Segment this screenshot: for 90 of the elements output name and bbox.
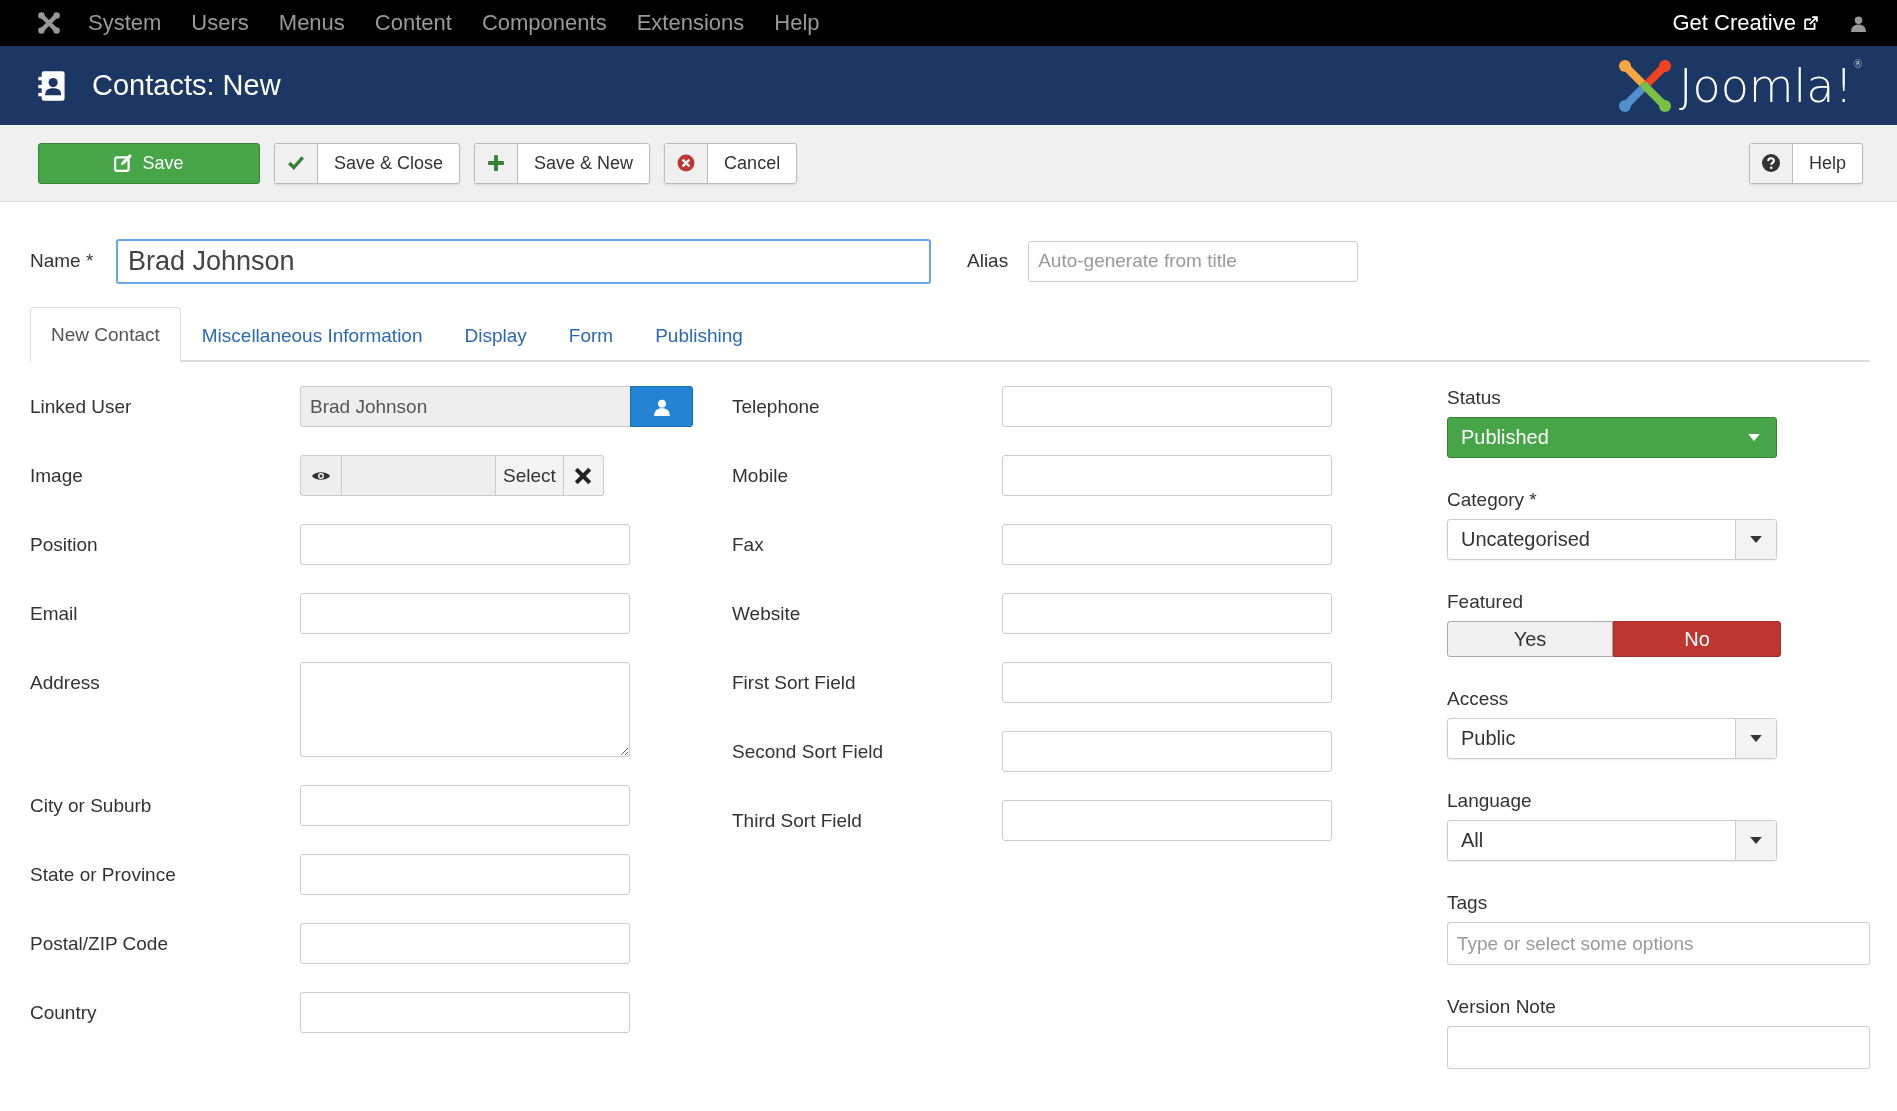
field-label: Version Note <box>1447 995 1557 1019</box>
caret-icon <box>1750 536 1762 543</box>
field-label: State or Province <box>30 863 177 887</box>
text-field[interactable] <box>300 524 630 565</box>
field-label: Image <box>30 464 84 488</box>
top-menu-item[interactable]: System <box>88 10 162 36</box>
field-label: Address <box>30 671 101 695</box>
select-user-button[interactable] <box>630 386 693 427</box>
user-icon <box>652 397 671 416</box>
field-label: Language <box>1447 789 1533 813</box>
address-book-icon <box>38 69 66 102</box>
field-label: Status <box>1447 386 1502 410</box>
text-field[interactable] <box>1002 662 1332 703</box>
field-label: Mobile <box>732 464 789 488</box>
top-menu-item[interactable]: Users <box>191 10 249 36</box>
field-label: Tags <box>1447 891 1489 915</box>
toolbar-button[interactable]: Save & Close <box>274 142 461 184</box>
version-note-field[interactable] <box>1447 1026 1870 1069</box>
toolbar-button[interactable]: Cancel <box>664 142 798 184</box>
field-label: Telephone <box>732 395 821 419</box>
preview-button[interactable] <box>300 455 342 496</box>
top-menu-item[interactable]: Help <box>774 10 820 36</box>
tags-field[interactable]: Type or select some options <box>1447 922 1870 965</box>
field-label: Linked User <box>30 395 133 419</box>
field-label: Country <box>30 1001 98 1025</box>
plus-icon <box>487 154 506 172</box>
tab[interactable]: New Contact <box>30 307 181 362</box>
text-field[interactable] <box>1002 593 1332 634</box>
field-label: Featured <box>1447 590 1525 614</box>
linked-user-field[interactable]: Brad Johnson <box>300 386 630 427</box>
top-menu-item[interactable]: Extensions <box>636 10 745 36</box>
tab[interactable]: Miscellaneous Information <box>180 309 444 362</box>
dropdown[interactable]: All <box>1447 820 1777 861</box>
field-label: Access <box>1447 687 1510 711</box>
page-title: Contacts: New <box>92 69 281 102</box>
field-label: City or Suburb <box>30 794 153 818</box>
eye-icon <box>311 469 331 482</box>
field-label: Position <box>30 533 99 557</box>
text-field[interactable] <box>1002 455 1332 496</box>
field-label: Alias <box>967 250 1009 272</box>
joomla-logo-icon <box>1616 57 1673 114</box>
text-field[interactable] <box>300 785 630 826</box>
text-field[interactable] <box>300 923 630 964</box>
user-icon[interactable] <box>1850 14 1867 32</box>
help-button[interactable]: Help <box>1748 142 1863 184</box>
field-label: Website <box>732 602 802 626</box>
check-icon <box>287 154 305 172</box>
dropdown[interactable]: Public <box>1447 718 1777 759</box>
toggle-option[interactable]: Yes <box>1447 621 1613 657</box>
text-field[interactable] <box>1002 800 1332 841</box>
external-link-icon <box>1804 16 1818 30</box>
select-button[interactable]: Select <box>496 455 564 496</box>
get-creative-link[interactable]: Get Creative <box>1672 10 1796 36</box>
dropdown[interactable]: Uncategorised <box>1447 519 1777 560</box>
text-field[interactable] <box>1002 731 1332 772</box>
field-label: Postal/ZIP Code <box>30 932 169 956</box>
field-label: First Sort Field <box>732 671 857 695</box>
text-field[interactable] <box>300 854 630 895</box>
tab[interactable]: Display <box>443 309 548 362</box>
caret-icon <box>1750 837 1762 844</box>
field-label: Name * <box>30 250 95 272</box>
top-menu-item[interactable]: Menus <box>278 10 345 36</box>
field-label: Third Sort Field <box>732 809 863 833</box>
caret-icon <box>1750 735 1762 742</box>
top-menu-item[interactable]: Content <box>374 10 452 36</box>
alias-field[interactable]: Auto-generate from title <box>1028 240 1359 282</box>
name-field[interactable]: Brad Johnson <box>116 238 931 284</box>
tab[interactable]: Publishing <box>634 309 764 362</box>
text-field[interactable] <box>300 992 630 1033</box>
text-field[interactable] <box>1002 386 1332 427</box>
close-icon <box>574 466 593 485</box>
field-label: Email <box>30 602 79 626</box>
clear-button[interactable] <box>563 455 604 496</box>
toggle-option[interactable]: No <box>1613 621 1781 657</box>
edit-icon <box>114 154 133 172</box>
toolbar-button[interactable]: Save & New <box>474 142 651 184</box>
cancel-icon <box>677 154 696 172</box>
image-path-field[interactable] <box>342 455 496 496</box>
field-label: Second Sort Field <box>732 740 885 764</box>
tab[interactable]: Form <box>547 309 635 362</box>
joomla-logo-icon[interactable] <box>36 10 62 36</box>
joomla-wordmark: Joomla!$^{®}$ <box>1678 58 1863 113</box>
text-field[interactable] <box>1002 524 1332 565</box>
help-icon <box>1761 154 1780 172</box>
field-label: Category * <box>1447 488 1538 512</box>
caret-icon <box>1748 434 1760 441</box>
address-field[interactable] <box>300 662 630 757</box>
top-menu-item[interactable]: Components <box>481 10 607 36</box>
text-field[interactable] <box>300 593 630 634</box>
field-label: Fax <box>732 533 765 557</box>
